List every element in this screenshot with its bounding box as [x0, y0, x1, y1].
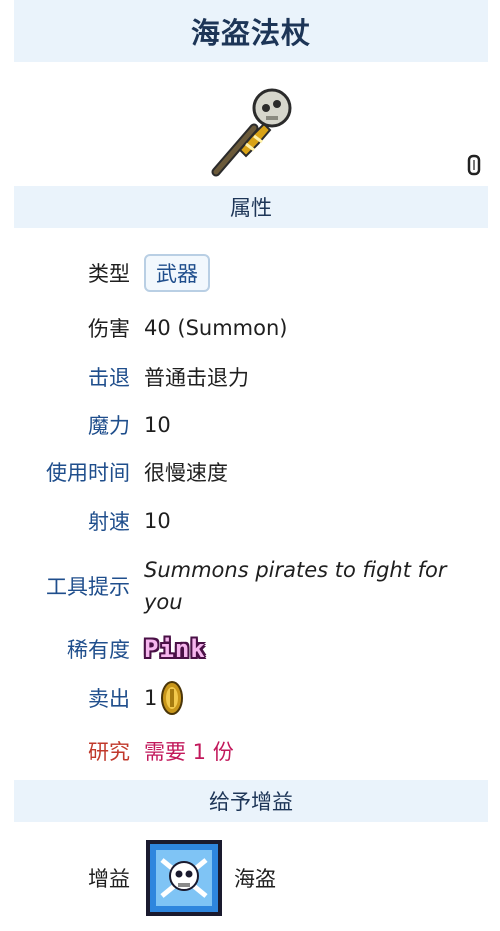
- velocity-value: 10: [144, 509, 171, 533]
- gold-coin-icon: [161, 681, 184, 715]
- row-mana: 魔力 10: [0, 410, 500, 440]
- mana-label-link[interactable]: 魔力: [0, 410, 130, 440]
- velocity-label-link[interactable]: 射速: [0, 506, 130, 536]
- row-type: 类型 武器: [0, 254, 500, 292]
- row-rarity: 稀有度 Pink: [0, 634, 500, 664]
- knockback-label-link[interactable]: 击退: [0, 362, 130, 392]
- row-knockback: 击退 普通击退力: [0, 362, 500, 392]
- buff-value-link[interactable]: 海盗: [234, 863, 276, 893]
- tooltip-label-link[interactable]: 工具提示: [0, 571, 130, 601]
- page-title: 海盗法杖: [14, 0, 488, 62]
- knockback-value: 普通击退力: [144, 366, 249, 390]
- tooltip-value: Summons pirates to fight for you: [144, 558, 447, 614]
- autoswing-icon: [467, 154, 481, 176]
- row-damage: 伤害 40 (Summon): [0, 313, 500, 343]
- row-research: 研究 需要 1 份: [0, 736, 500, 766]
- pirate-staff-icon: [211, 88, 292, 177]
- buff-label: 增益: [88, 867, 130, 891]
- type-label: 类型: [88, 262, 130, 286]
- item-infobox: 海盗法杖 属性 类型 武器 伤害 40 (Summon) 击退 普通击退力 魔力…: [0, 0, 500, 931]
- pirates-buff-icon[interactable]: [144, 838, 224, 918]
- row-tooltip: 工具提示 Summons pirates to fight for you: [0, 554, 500, 618]
- research-label-link[interactable]: 研究: [0, 736, 130, 766]
- research-value: 需要 1 份: [144, 740, 234, 764]
- rarity-pink-badge: Pink: [144, 635, 206, 663]
- sell-value: 1: [144, 686, 158, 710]
- weapon-tag-link[interactable]: 武器: [144, 254, 210, 292]
- section-buff-header: 给予增益: [14, 780, 488, 822]
- use-time-value: 很慢速度: [144, 461, 228, 485]
- row-velocity: 射速 10: [0, 506, 500, 536]
- use-time-label-link[interactable]: 使用时间: [0, 457, 130, 487]
- rarity-label-link[interactable]: 稀有度: [0, 634, 130, 664]
- section-properties-header: 属性: [14, 186, 488, 228]
- item-image-area: [14, 62, 488, 186]
- mana-value: 10: [144, 413, 171, 437]
- damage-value: 40 (Summon): [144, 316, 288, 340]
- row-buff: 增益 海盗: [0, 838, 500, 918]
- sell-label-link[interactable]: 卖出: [0, 683, 130, 713]
- damage-label: 伤害: [88, 317, 130, 341]
- row-sell: 卖出 1: [0, 680, 500, 716]
- row-use-time: 使用时间 很慢速度: [0, 457, 500, 487]
